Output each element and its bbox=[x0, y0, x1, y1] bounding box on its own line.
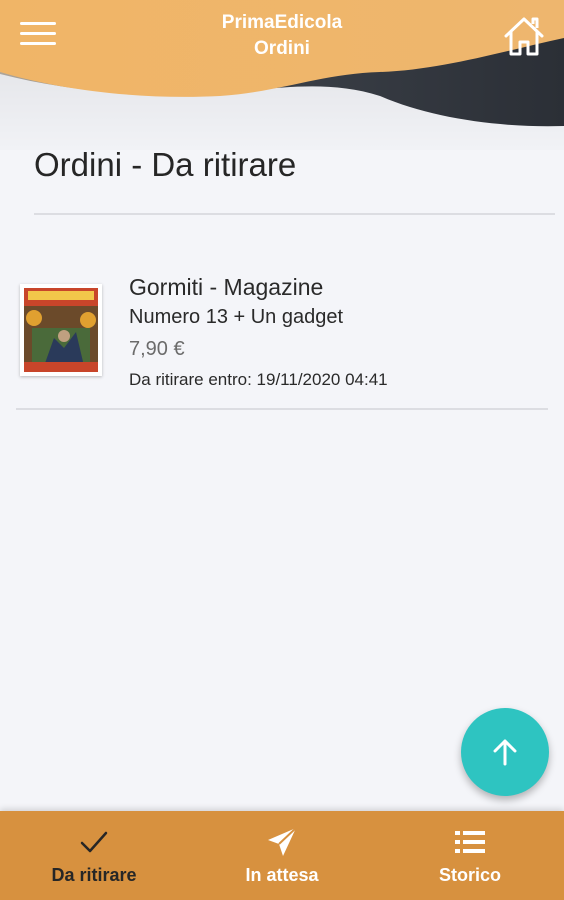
tab-label: In attesa bbox=[245, 865, 319, 885]
arrow-up-icon bbox=[493, 739, 517, 766]
tab-in-attesa[interactable]: In attesa bbox=[188, 811, 376, 900]
pickup-deadline: Da ritirare entro: 19/11/2020 04:41 bbox=[129, 370, 388, 389]
scroll-top-button[interactable] bbox=[461, 708, 549, 796]
app-header: PrimaEdicola Ordini bbox=[0, 0, 564, 150]
menu-line bbox=[20, 32, 56, 35]
tab-label: Da ritirare bbox=[51, 865, 137, 885]
order-list-item[interactable]: Gormiti - Magazine Numero 13 + Un gadget… bbox=[16, 262, 548, 408]
item-name: Gormiti - Magazine bbox=[129, 274, 324, 300]
hamburger-menu-icon[interactable] bbox=[20, 22, 58, 50]
list-icon bbox=[376, 825, 564, 859]
header-title: PrimaEdicola Ordini bbox=[182, 10, 382, 62]
home-icon[interactable] bbox=[502, 14, 546, 58]
check-icon bbox=[0, 825, 188, 859]
app-name: PrimaEdicola bbox=[221, 12, 343, 33]
tab-label: Storico bbox=[438, 865, 501, 885]
menu-line bbox=[20, 22, 56, 25]
tab-da-ritirare[interactable]: Da ritirare bbox=[0, 811, 188, 900]
bottom-navigation: Da ritirare In attesa Storico bbox=[0, 811, 564, 900]
divider bbox=[16, 408, 548, 410]
divider bbox=[34, 213, 555, 215]
page-title: Ordini - Da ritirare bbox=[34, 146, 297, 183]
item-subtitle: Numero 13 + Un gadget bbox=[129, 306, 344, 328]
magazine-cover-image bbox=[20, 284, 102, 376]
section-name: Ordini bbox=[254, 38, 310, 59]
send-icon bbox=[188, 825, 376, 859]
menu-line bbox=[20, 42, 56, 45]
tab-storico[interactable]: Storico bbox=[376, 811, 564, 900]
item-price: 7,90 € bbox=[129, 338, 185, 360]
